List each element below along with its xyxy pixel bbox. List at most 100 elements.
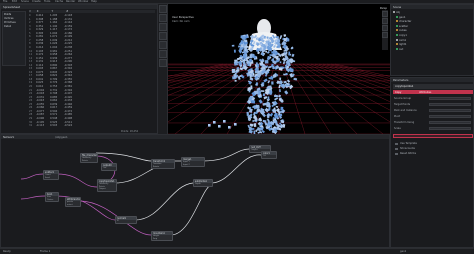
menu-help[interactable]: Help <box>91 0 97 3</box>
table-cell: 1.117 <box>50 28 58 32</box>
network-node[interactable]: file_character Geometry Points <box>80 153 98 164</box>
network-node[interactable]: box1 Size Center <box>45 192 59 203</box>
tree-item[interactable]: light1 <box>393 43 474 47</box>
shard-instance <box>283 34 287 37</box>
move-tool-icon[interactable] <box>158 14 167 22</box>
table-cell: 1.071 <box>50 35 58 39</box>
shard-instance <box>258 117 263 122</box>
col-y[interactable]: Y <box>52 10 66 13</box>
node-wire <box>210 154 262 184</box>
menu-window[interactable]: Window <box>78 0 88 3</box>
table-cell: -0.316 <box>64 67 73 71</box>
node-port[interactable]: Seed <box>44 177 58 180</box>
node-port[interactable]: Points <box>81 160 97 163</box>
network-node[interactable]: transform1 Translate Rotate <box>151 159 175 170</box>
table-cell: 0.958 <box>50 53 58 57</box>
network-node[interactable]: copytopoints1 Geometry Points Output <box>97 179 117 192</box>
rotate-tool-icon[interactable] <box>158 23 167 31</box>
node-port[interactable]: Freq <box>152 238 172 241</box>
menu-tools[interactable]: Tools <box>44 0 50 3</box>
select-tool-icon[interactable] <box>158 5 167 13</box>
network-node[interactable]: output0 Out <box>101 163 117 171</box>
viewport-3d[interactable]: User Perspective Cam: No cam Persp <box>168 4 390 134</box>
menu-edit[interactable]: Edit <box>12 0 17 3</box>
checkbox[interactable] <box>395 147 398 150</box>
table-cell: 0.617 <box>50 106 58 110</box>
node-port[interactable]: Output <box>98 188 116 191</box>
parameter-field[interactable] <box>429 127 471 130</box>
menu-cache[interactable]: Cache <box>55 0 63 3</box>
node-port[interactable]: Center <box>46 199 58 202</box>
menu-file[interactable]: File <box>3 0 7 3</box>
wireframe-icon[interactable] <box>382 18 388 24</box>
node-port[interactable]: orient <box>66 204 80 207</box>
table-row[interactable]: 31 -0.113 0.503 -0.524 <box>29 124 78 127</box>
parameter-field[interactable] <box>429 121 471 124</box>
network-node[interactable]: mountain1 Height Freq <box>151 231 173 242</box>
table-cell: 0 <box>29 14 31 17</box>
parameter-field[interactable] <box>429 109 471 112</box>
highlight-row[interactable] <box>393 134 473 138</box>
tree-item[interactable]: obj <box>393 11 473 15</box>
network-canvas <box>20 148 262 236</box>
tree-item[interactable]: geo1 <box>393 15 474 20</box>
menu-create[interactable]: Create <box>32 0 41 3</box>
network-node[interactable]: merge1 Input 1 Input 2 <box>181 157 205 168</box>
node-port[interactable]: Rotate <box>152 166 174 169</box>
checkbox[interactable] <box>395 152 398 155</box>
table-cell: 0.214 <box>36 45 44 49</box>
shard-instance <box>254 70 258 74</box>
node-port[interactable]: Cd <box>262 155 276 158</box>
parameter-field[interactable] <box>429 103 471 106</box>
scale-tool-icon[interactable] <box>158 32 167 40</box>
tree-item[interactable]: cubes <box>393 29 474 33</box>
tree-item-label: cubes <box>399 29 407 33</box>
network-node[interactable]: color1 Cd <box>261 151 277 159</box>
frame-indicator: Frame 1 <box>40 250 51 254</box>
handle-tool-icon[interactable] <box>158 41 167 49</box>
camera-icon[interactable] <box>382 32 388 38</box>
tab-copy[interactable]: Copy <box>395 91 401 94</box>
col-z[interactable]: Z <box>66 10 80 13</box>
class-vertices[interactable]: Vertices <box>4 17 14 20</box>
node-status-icon <box>396 20 398 23</box>
tree-item[interactable]: copy1 <box>393 34 474 38</box>
parameter-field[interactable] <box>429 115 471 118</box>
class-points[interactable]: Points <box>4 13 11 16</box>
node-port[interactable]: Depth <box>194 183 212 186</box>
node-port[interactable]: N <box>116 220 136 223</box>
node-port[interactable]: Out <box>102 167 116 170</box>
tree-item[interactable]: character <box>393 20 474 24</box>
shard-instance <box>260 90 265 92</box>
parameter-field[interactable] <box>429 97 471 100</box>
class-detail[interactable]: Detail <box>4 25 11 28</box>
shard-instance <box>272 109 277 114</box>
network-node[interactable]: scatter1 Count Seed <box>43 170 59 181</box>
pose-tool-icon[interactable] <box>158 50 167 58</box>
checkbox[interactable] <box>395 142 398 145</box>
column-header: # X Y Z <box>29 10 155 14</box>
class-primitives[interactable]: Primitives <box>4 21 16 24</box>
tree-item[interactable]: cam1 <box>393 38 474 43</box>
table-cell: 0.913 <box>50 60 58 64</box>
tab-attributes[interactable]: Attributes <box>419 91 431 94</box>
shard-instance <box>291 53 295 58</box>
network-node[interactable]: normal1 N <box>115 216 137 224</box>
node-status-icon <box>396 29 398 32</box>
col-x[interactable]: X <box>37 10 51 13</box>
node-port[interactable]: Input 2 <box>182 164 204 167</box>
network-node[interactable]: subdivide1 Depth <box>193 179 213 187</box>
table-cell: -0.342 <box>64 74 73 78</box>
points-icon[interactable] <box>382 25 388 31</box>
tree-item[interactable]: scatter <box>393 24 474 29</box>
tree-item[interactable]: out <box>393 47 474 52</box>
col-index[interactable]: # <box>29 10 36 13</box>
shading-icon[interactable] <box>382 11 388 17</box>
status-text: Ready <box>3 250 11 254</box>
network-node[interactable]: attribrandomizepscaleorient <box>65 197 81 208</box>
network-editor[interactable]: Network /obj/geo1 file_character Geometry… <box>0 134 390 248</box>
shard-instance <box>279 124 284 129</box>
view-tool-icon[interactable] <box>158 59 167 67</box>
menu-render[interactable]: Render <box>66 0 75 3</box>
menu-scene[interactable]: Scene <box>21 0 29 3</box>
